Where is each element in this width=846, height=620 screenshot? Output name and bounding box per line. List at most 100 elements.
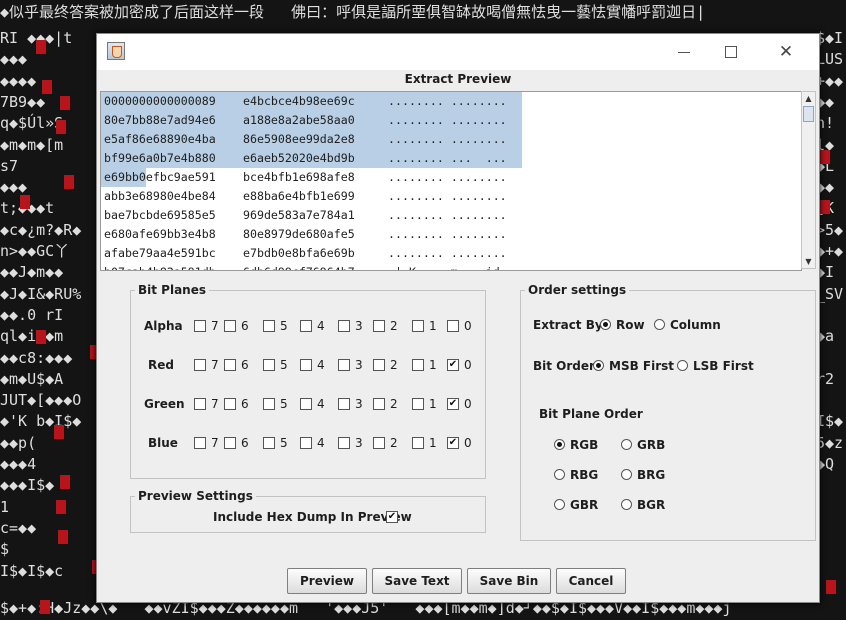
- bit-label: 4: [317, 319, 325, 333]
- bit-label: 3: [355, 397, 363, 411]
- bit-checkbox-blue-7[interactable]: [194, 437, 206, 449]
- cancel-button[interactable]: Cancel: [556, 568, 626, 594]
- bit-checkbox-blue-4[interactable]: [300, 437, 312, 449]
- order-settings-legend: Order settings: [528, 283, 627, 297]
- bit-checkbox-green-4[interactable]: [300, 398, 312, 410]
- bit-checkbox-alpha-2[interactable]: [373, 320, 385, 332]
- hex-ascii: ........ ........: [388, 170, 507, 184]
- bit-label: 7: [211, 319, 219, 333]
- scroll-down-icon[interactable]: ▼: [804, 257, 813, 266]
- plane-order-radio-gbr[interactable]: [554, 499, 565, 510]
- bit-checkbox-green-5[interactable]: [263, 398, 275, 410]
- extract-by-option-label: Row: [616, 318, 645, 332]
- bit-checkbox-green-1[interactable]: [412, 398, 424, 410]
- bit-checkbox-green-3[interactable]: [338, 398, 350, 410]
- maximize-button[interactable]: [713, 40, 747, 64]
- hex-bytes: 969de583a7e784a1: [243, 208, 355, 222]
- background-line-right: I$◆: [816, 412, 844, 431]
- channel-label-alpha: Alpha: [144, 319, 183, 333]
- hex-ascii: ........ ... ...: [388, 151, 507, 165]
- bit-checkbox-red-1[interactable]: [412, 359, 424, 371]
- bit-checkbox-red-0[interactable]: ✔: [447, 359, 459, 371]
- background-line: I$◆I$◆c: [0, 561, 64, 580]
- control-char-glyph: [20, 195, 30, 209]
- bit-checkbox-blue-6[interactable]: [224, 437, 236, 449]
- bit-label: 2: [390, 358, 398, 372]
- save-text-button[interactable]: Save Text: [372, 568, 462, 594]
- bit-checkbox-blue-3[interactable]: [338, 437, 350, 449]
- vertical-scrollbar[interactable]: ▲ ▼: [801, 91, 816, 269]
- plane-order-radio-bgr[interactable]: [621, 499, 632, 510]
- background-line-right: $◆I: [816, 29, 844, 47]
- bit-checkbox-green-0[interactable]: ✔: [447, 398, 459, 410]
- background-line-right: 5◆z: [816, 433, 844, 452]
- background-line: ◆'K b◆I$◆: [0, 412, 82, 431]
- plane-order-option-label: BGR: [637, 498, 666, 512]
- control-char-glyph: [820, 200, 830, 214]
- bit-checkbox-red-5[interactable]: [263, 359, 275, 371]
- plane-order-radio-grb[interactable]: [621, 439, 632, 450]
- bit-checkbox-red-4[interactable]: [300, 359, 312, 371]
- extract-by-option-label: Column: [670, 318, 721, 332]
- control-char-glyph: [60, 475, 70, 489]
- hex-offset: 80e7bb88e7ad94e6: [104, 113, 216, 127]
- plane-order-radio-brg[interactable]: [621, 469, 632, 480]
- bit-label: 7: [211, 397, 219, 411]
- background-line: $: [0, 540, 10, 559]
- bit-label: 3: [355, 319, 363, 333]
- background-line: ◆◆J◆m◆◆: [0, 263, 64, 282]
- scroll-up-icon[interactable]: ▲: [804, 94, 813, 103]
- bit-checkbox-alpha-1[interactable]: [412, 320, 424, 332]
- hex-offset: e69bb0efbc9ae591: [104, 170, 216, 184]
- save-bin-button[interactable]: Save Bin: [467, 568, 551, 594]
- hex-offset: bf99e6a0b7e4b880: [104, 151, 216, 165]
- bit-checkbox-blue-2[interactable]: [373, 437, 385, 449]
- bit-order-radio-msb-first[interactable]: [593, 360, 604, 371]
- background-line: c=◆◆: [0, 518, 37, 537]
- plane-order-option-label: RGB: [570, 438, 599, 452]
- bit-checkbox-alpha-5[interactable]: [263, 320, 275, 332]
- extract-by-radio-column[interactable]: [654, 319, 665, 330]
- bit-checkbox-green-7[interactable]: [194, 398, 206, 410]
- bit-checkbox-red-3[interactable]: [338, 359, 350, 371]
- bit-checkbox-alpha-6[interactable]: [224, 320, 236, 332]
- bit-label: 0: [464, 319, 472, 333]
- bit-checkbox-red-7[interactable]: [194, 359, 206, 371]
- plane-order-radio-rbg[interactable]: [554, 469, 565, 480]
- background-line: n>◆◆GC丫: [0, 242, 70, 260]
- background-line: ◆◆c8:◆◆◆: [0, 348, 73, 367]
- hex-preview-area[interactable]: 0000000000000089 e4bcbce4b98ee69c........…: [100, 91, 802, 271]
- bit-checkbox-red-6[interactable]: [224, 359, 236, 371]
- bit-checkbox-alpha-3[interactable]: [338, 320, 350, 332]
- bit-checkbox-blue-0[interactable]: ✔: [447, 437, 459, 449]
- extract-by-radio-row[interactable]: [600, 319, 611, 330]
- bit-checkbox-green-2[interactable]: [373, 398, 385, 410]
- bit-checkbox-blue-5[interactable]: [263, 437, 275, 449]
- bit-checkbox-blue-1[interactable]: [412, 437, 424, 449]
- hex-ascii: ........ ........: [388, 113, 507, 127]
- bit-label: 0: [464, 397, 472, 411]
- background-line: JUT◆[◆◆◆O: [0, 391, 82, 410]
- preview-button[interactable]: Preview: [287, 568, 367, 594]
- background-line-right: ◆+◆: [816, 242, 844, 260]
- bit-planes-legend: Bit Planes: [138, 283, 207, 297]
- bit-label: 1: [429, 397, 437, 411]
- bit-label: 2: [390, 436, 398, 450]
- bit-order-radio-lsb-first[interactable]: [677, 360, 688, 371]
- bit-checkbox-alpha-4[interactable]: [300, 320, 312, 332]
- background-line-right: +◆◆: [816, 71, 844, 90]
- bit-checkbox-alpha-0[interactable]: [447, 320, 459, 332]
- minimize-button[interactable]: [667, 40, 701, 64]
- scroll-thumb[interactable]: [803, 106, 814, 122]
- bit-checkbox-alpha-7[interactable]: [194, 320, 206, 332]
- include-hex-checkbox[interactable]: ✔: [386, 511, 398, 523]
- plane-order-option-label: GRB: [637, 438, 666, 452]
- control-char-glyph: [40, 600, 50, 614]
- hex-bytes: 86e5908ee99da2e8: [243, 132, 355, 146]
- bit-checkbox-green-6[interactable]: [224, 398, 236, 410]
- close-button[interactable]: ✕: [769, 40, 803, 64]
- bit-checkbox-red-2[interactable]: [373, 359, 385, 371]
- preview-heading: Extract Preview: [404, 72, 512, 86]
- plane-order-radio-rgb[interactable]: [554, 439, 565, 450]
- hex-bytes: e7bdb0e8bfa6e69b: [243, 246, 355, 260]
